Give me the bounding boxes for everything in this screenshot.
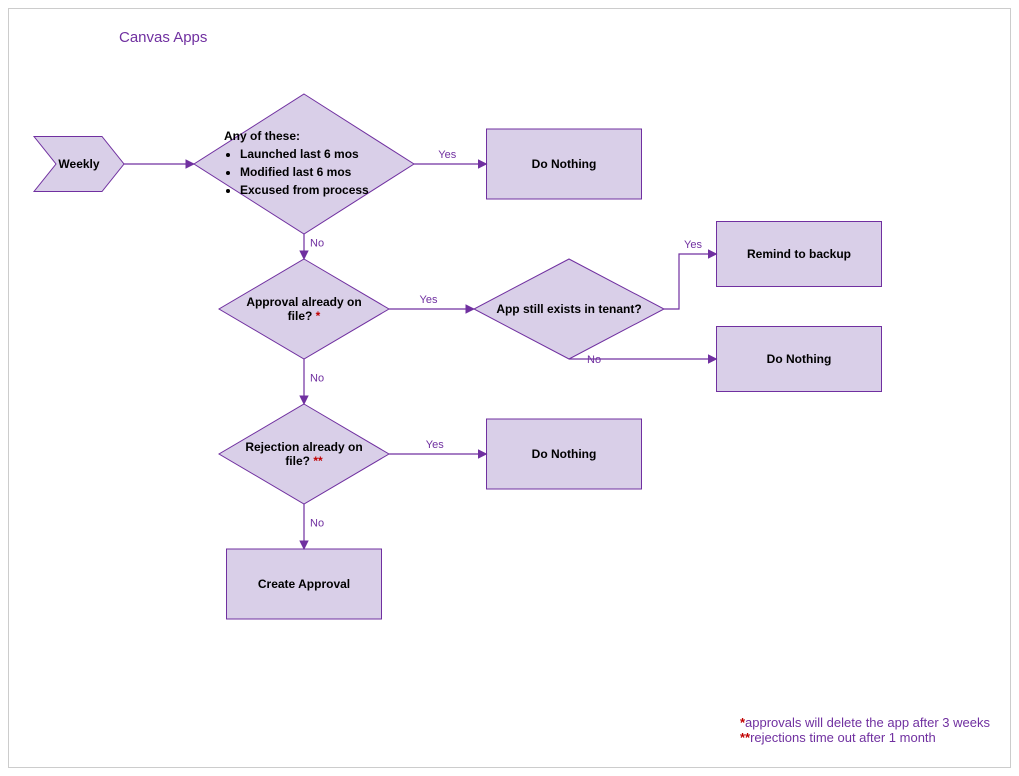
start-node: Weekly (34, 137, 124, 192)
svg-text:Yes: Yes (684, 239, 702, 251)
process-create-approval: Create Approval (227, 549, 382, 619)
svg-text:Yes: Yes (426, 439, 444, 451)
decision-recent-activity: Any of these: Launched last 6 mos Modifi… (194, 94, 414, 234)
process-do-nothing-3: Do Nothing (487, 419, 642, 489)
decision-approval-on-file: Approval already on file? * (219, 259, 389, 359)
d1-bullet-1: Launched last 6 mos (240, 145, 369, 163)
footnote-2-ast: ** (740, 730, 750, 745)
footnotes: *approvals will delete the app after 3 w… (740, 715, 990, 745)
process-do-nothing-2: Do Nothing (717, 327, 882, 392)
footnote-2-text: rejections time out after 1 month (750, 730, 936, 745)
r5-label: Create Approval (258, 577, 350, 591)
d1-heading: Any of these: (224, 129, 300, 143)
r3-label: Do Nothing (767, 352, 832, 366)
asterisk-single-icon: * (316, 309, 321, 323)
r2-label: Remind to backup (747, 247, 851, 261)
r1-label: Do Nothing (532, 157, 597, 171)
svg-text:Yes: Yes (420, 294, 438, 306)
footnote-1: *approvals will delete the app after 3 w… (740, 715, 990, 730)
footnote-1-text: approvals will delete the app after 3 we… (745, 715, 990, 730)
d4-label: Rejection already on file? (245, 440, 362, 468)
svg-text:Yes: Yes (438, 149, 456, 161)
decision-rejection-on-file: Rejection already on file? ** (219, 404, 389, 504)
d1-bullet-2: Modified last 6 mos (240, 163, 369, 181)
d1-bullet-3: Excused from process (240, 181, 369, 199)
svg-text:No: No (310, 373, 324, 385)
process-remind-backup: Remind to backup (717, 222, 882, 287)
d2-label: Approval already on file? (246, 295, 361, 323)
decision-app-exists: App still exists in tenant? (474, 259, 664, 359)
d3-label: App still exists in tenant? (496, 302, 641, 316)
process-do-nothing-1: Do Nothing (487, 129, 642, 199)
flowchart-canvas: Canvas Apps YesNoYesNoYesNoYesNo Weekly … (8, 8, 1011, 768)
r4-label: Do Nothing (532, 447, 597, 461)
footnote-2: **rejections time out after 1 month (740, 730, 990, 745)
asterisk-double-icon: ** (313, 454, 322, 468)
start-label: Weekly (58, 157, 99, 171)
svg-text:No: No (310, 238, 324, 250)
svg-text:No: No (310, 518, 324, 530)
